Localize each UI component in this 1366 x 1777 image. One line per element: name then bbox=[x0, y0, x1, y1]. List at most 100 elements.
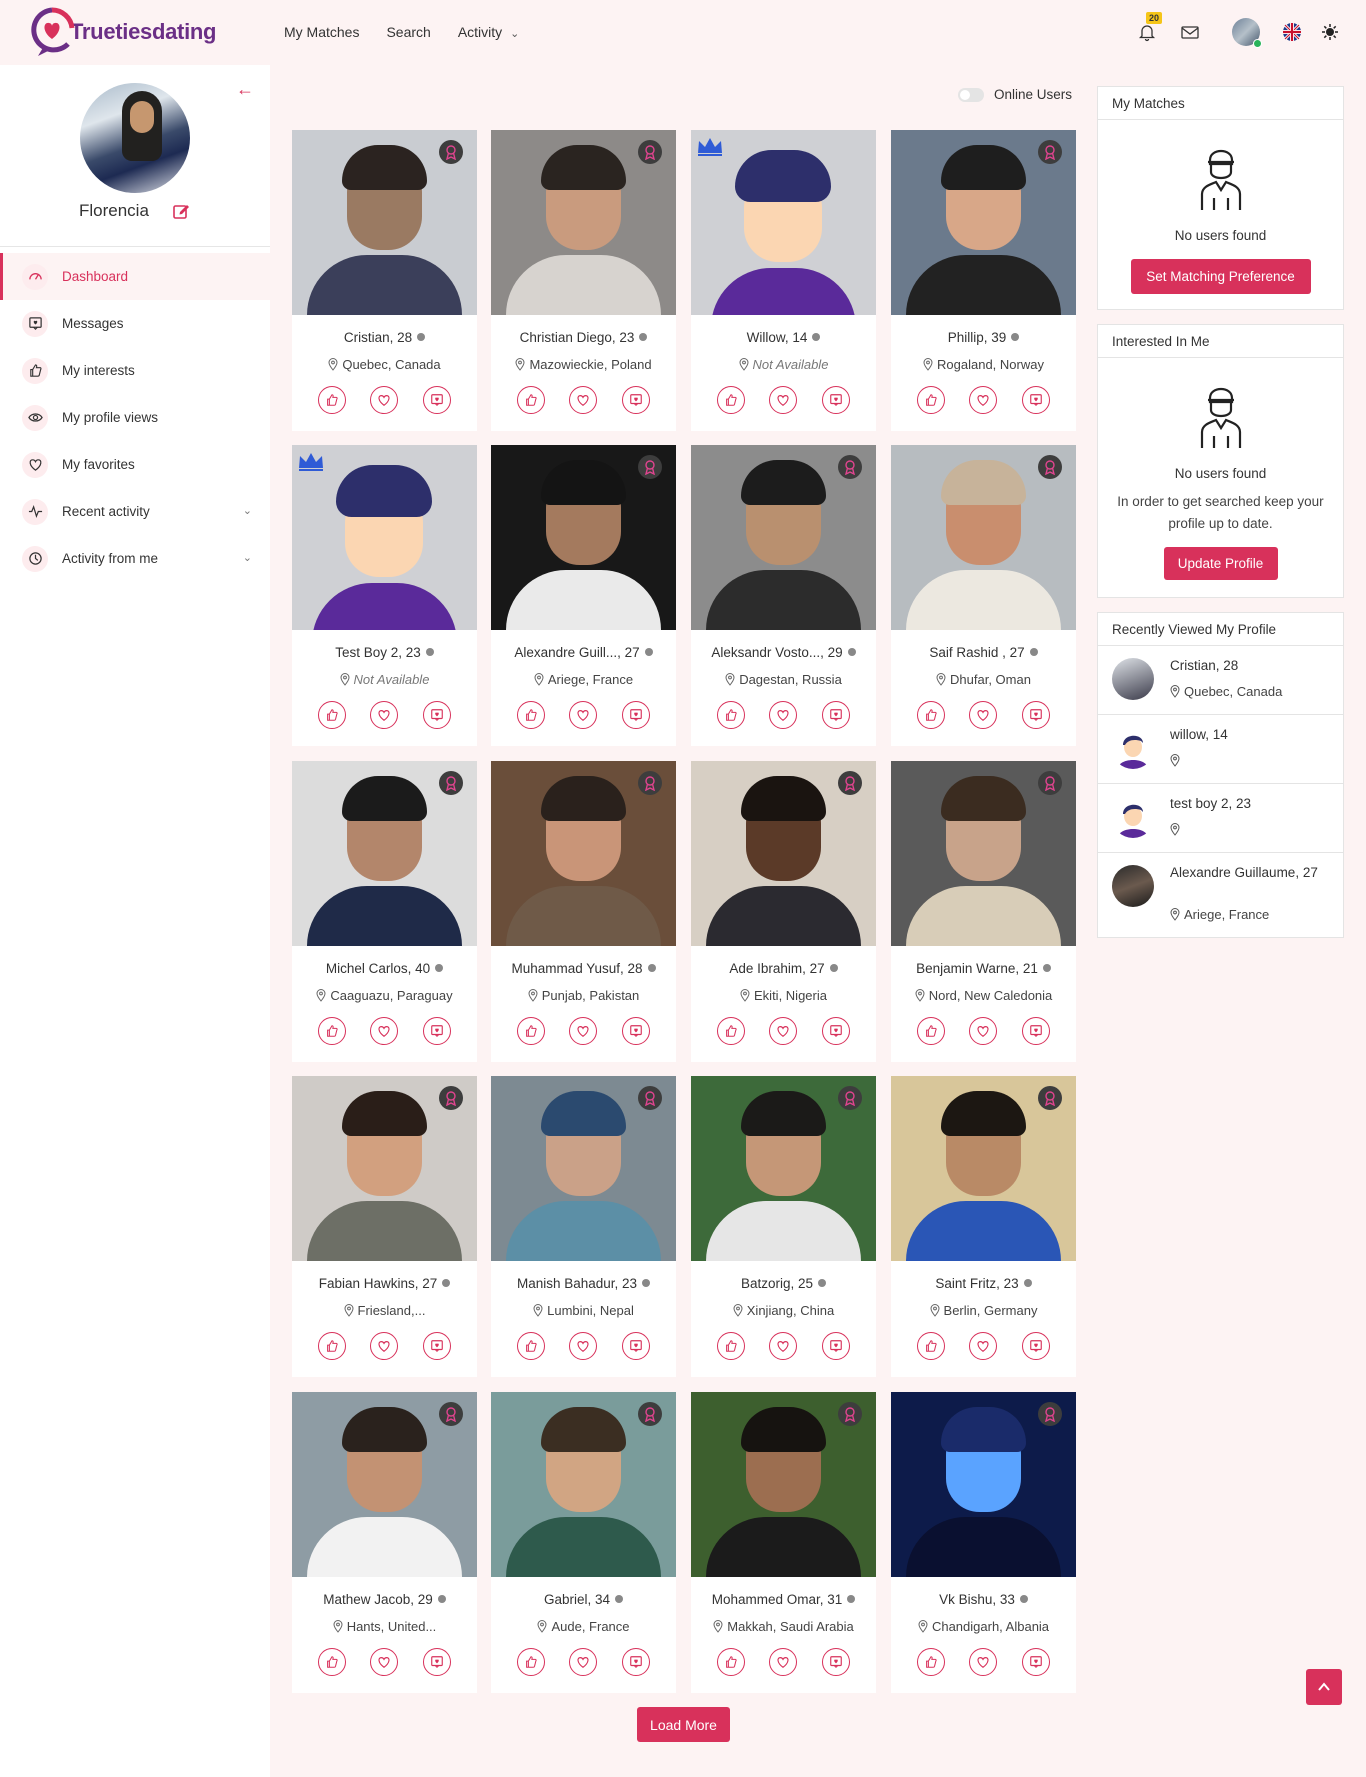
user-card[interactable]: Gabriel, 34 Aude, France bbox=[491, 1392, 676, 1693]
user-photo[interactable] bbox=[491, 130, 676, 315]
favorite-button[interactable] bbox=[769, 701, 798, 729]
message-button[interactable] bbox=[821, 701, 850, 729]
message-button[interactable] bbox=[1021, 701, 1050, 729]
user-card[interactable]: Vk Bishu, 33 Chandigarh, Albania bbox=[891, 1392, 1076, 1693]
sidebar-item-dashboard[interactable]: Dashboard bbox=[0, 253, 270, 300]
user-photo[interactable] bbox=[691, 1076, 876, 1261]
favorite-button[interactable] bbox=[370, 386, 399, 414]
user-card[interactable]: Batzorig, 25 Xinjiang, China bbox=[691, 1076, 876, 1377]
user-card[interactable]: Willow, 14 Not Available bbox=[691, 130, 876, 431]
mail-icon[interactable] bbox=[1180, 22, 1200, 42]
user-photo[interactable] bbox=[891, 1392, 1076, 1577]
message-button[interactable] bbox=[422, 1017, 451, 1045]
profile-photo[interactable] bbox=[80, 83, 190, 193]
like-button[interactable] bbox=[517, 1648, 546, 1676]
like-button[interactable] bbox=[318, 1332, 347, 1360]
sidebar-item-favorites[interactable]: My favorites bbox=[0, 441, 270, 488]
favorite-button[interactable] bbox=[969, 1017, 998, 1045]
sun-icon[interactable] bbox=[1320, 22, 1340, 42]
like-button[interactable] bbox=[917, 701, 946, 729]
message-button[interactable] bbox=[821, 1017, 850, 1045]
favorite-button[interactable] bbox=[969, 1648, 998, 1676]
message-button[interactable] bbox=[1021, 1017, 1050, 1045]
message-button[interactable] bbox=[821, 386, 850, 414]
user-photo[interactable] bbox=[292, 1076, 477, 1261]
user-photo[interactable] bbox=[491, 1392, 676, 1577]
like-button[interactable] bbox=[318, 1017, 347, 1045]
load-more-button[interactable]: Load More bbox=[637, 1707, 730, 1742]
user-card[interactable]: Saint Fritz, 23 Berlin, Germany bbox=[891, 1076, 1076, 1377]
recent-viewer-item[interactable]: Alexandre Guillaume, 27 Ariege, France bbox=[1098, 853, 1343, 939]
user-avatar[interactable] bbox=[1232, 18, 1262, 48]
edit-icon[interactable] bbox=[172, 202, 190, 220]
favorite-button[interactable] bbox=[569, 1648, 598, 1676]
like-button[interactable] bbox=[717, 701, 746, 729]
sidebar-item-activity-from-me[interactable]: Activity from me ⌄ bbox=[0, 535, 270, 582]
user-card[interactable]: Cristian, 28 Quebec, Canada bbox=[292, 130, 477, 431]
sidebar-item-recent-activity[interactable]: Recent activity ⌄ bbox=[0, 488, 270, 535]
like-button[interactable] bbox=[717, 1332, 746, 1360]
message-button[interactable] bbox=[621, 386, 650, 414]
nav-my-matches[interactable]: My Matches bbox=[284, 24, 359, 40]
like-button[interactable] bbox=[318, 1648, 347, 1676]
update-profile-button[interactable]: Update Profile bbox=[1163, 547, 1278, 580]
user-card[interactable]: Manish Bahadur, 23 Lumbini, Nepal bbox=[491, 1076, 676, 1377]
user-photo[interactable] bbox=[292, 1392, 477, 1577]
uk-flag-icon[interactable] bbox=[1282, 22, 1302, 42]
user-card[interactable]: Saif Rashid , 27 Dhufar, Oman bbox=[891, 445, 1076, 746]
favorite-button[interactable] bbox=[370, 1648, 399, 1676]
user-card[interactable]: Mohammed Omar, 31 Makkah, Saudi Arabia bbox=[691, 1392, 876, 1693]
user-photo[interactable] bbox=[491, 761, 676, 946]
favorite-button[interactable] bbox=[969, 701, 998, 729]
user-photo[interactable] bbox=[491, 445, 676, 630]
bell-icon[interactable] bbox=[1137, 22, 1157, 42]
user-photo[interactable] bbox=[292, 130, 477, 315]
set-matching-preference-button[interactable]: Set Matching Preference bbox=[1130, 259, 1311, 294]
like-button[interactable] bbox=[917, 386, 946, 414]
message-button[interactable] bbox=[422, 1648, 451, 1676]
like-button[interactable] bbox=[917, 1648, 946, 1676]
user-card[interactable]: Michel Carlos, 40 Caaguazu, Paraguay bbox=[292, 761, 477, 1062]
user-card[interactable]: Phillip, 39 Rogaland, Norway bbox=[891, 130, 1076, 431]
favorite-button[interactable] bbox=[370, 701, 399, 729]
user-card[interactable]: Mathew Jacob, 29 Hants, United... bbox=[292, 1392, 477, 1693]
like-button[interactable] bbox=[517, 1332, 546, 1360]
favorite-button[interactable] bbox=[569, 701, 598, 729]
message-button[interactable] bbox=[621, 701, 650, 729]
favorite-button[interactable] bbox=[769, 386, 798, 414]
favorite-button[interactable] bbox=[769, 1648, 798, 1676]
nav-activity[interactable]: Activity ⌄ bbox=[458, 24, 520, 40]
favorite-button[interactable] bbox=[969, 386, 998, 414]
user-photo[interactable] bbox=[891, 761, 1076, 946]
message-button[interactable] bbox=[621, 1332, 650, 1360]
online-users-toggle[interactable] bbox=[958, 87, 984, 102]
collapse-sidebar-arrow-icon[interactable]: ← bbox=[236, 79, 254, 100]
brand-logo[interactable]: Truetiesdating bbox=[28, 6, 216, 58]
like-button[interactable] bbox=[517, 701, 546, 729]
message-button[interactable] bbox=[422, 701, 451, 729]
user-card[interactable]: Ade Ibrahim, 27 Ekiti, Nigeria bbox=[691, 761, 876, 1062]
nav-search[interactable]: Search bbox=[386, 24, 430, 40]
user-card[interactable]: Test Boy 2, 23 Not Available bbox=[292, 445, 477, 746]
user-photo[interactable] bbox=[891, 445, 1076, 630]
favorite-button[interactable] bbox=[769, 1332, 798, 1360]
scroll-to-top-button[interactable] bbox=[1306, 1669, 1342, 1705]
message-button[interactable] bbox=[422, 1332, 451, 1360]
user-photo[interactable] bbox=[292, 445, 477, 630]
like-button[interactable] bbox=[717, 386, 746, 414]
user-photo[interactable] bbox=[891, 1076, 1076, 1261]
user-photo[interactable] bbox=[891, 130, 1076, 315]
favorite-button[interactable] bbox=[569, 1332, 598, 1360]
recent-viewer-item[interactable]: Cristian, 28 Quebec, Canada bbox=[1098, 646, 1343, 715]
message-button[interactable] bbox=[621, 1017, 650, 1045]
user-card[interactable]: Fabian Hawkins, 27 Friesland,... bbox=[292, 1076, 477, 1377]
user-photo[interactable] bbox=[691, 445, 876, 630]
favorite-button[interactable] bbox=[769, 1017, 798, 1045]
message-button[interactable] bbox=[1021, 1332, 1050, 1360]
message-button[interactable] bbox=[621, 1648, 650, 1676]
recent-viewer-item[interactable]: test boy 2, 23 bbox=[1098, 784, 1343, 853]
sidebar-item-messages[interactable]: Messages bbox=[0, 300, 270, 347]
like-button[interactable] bbox=[318, 386, 347, 414]
user-card[interactable]: Muhammad Yusuf, 28 Punjab, Pakistan bbox=[491, 761, 676, 1062]
user-card[interactable]: Benjamin Warne, 21 Nord, New Caledonia bbox=[891, 761, 1076, 1062]
